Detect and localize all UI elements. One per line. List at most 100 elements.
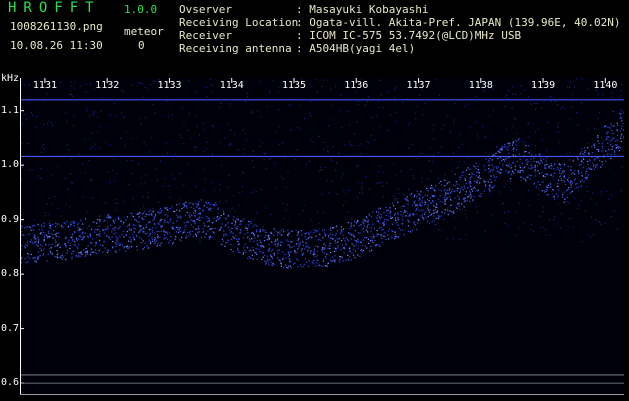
trace-point (244, 250, 245, 251)
noise-speckle (89, 179, 90, 180)
trace-point (367, 231, 368, 232)
trace-point (463, 189, 464, 190)
trace-point (85, 256, 86, 257)
trace-point (546, 194, 547, 195)
trace-point (220, 226, 221, 227)
trace-point (107, 214, 108, 215)
trace-point (256, 252, 257, 253)
trace-point (408, 200, 409, 201)
trace-point (195, 234, 196, 235)
trace-point (546, 189, 547, 190)
noise-speckle (404, 194, 405, 195)
noise-speckle (515, 94, 516, 95)
noise-speckle (87, 212, 88, 213)
trace-point (157, 234, 158, 235)
trace-point (398, 224, 399, 225)
trace-point (99, 240, 100, 241)
noise-speckle (93, 111, 94, 112)
trace-point (301, 234, 302, 235)
trace-point (539, 184, 540, 185)
trace-point (317, 255, 318, 256)
noise-speckle (508, 90, 509, 91)
trace-point (180, 217, 181, 218)
noise-speckle (578, 125, 579, 126)
trace-point (522, 170, 523, 171)
noise-speckle (125, 145, 126, 146)
trace-point (344, 248, 345, 249)
noise-speckle (620, 90, 621, 91)
trace-point (154, 232, 155, 233)
trace-point (606, 136, 607, 137)
noise-speckle (153, 208, 154, 209)
noise-speckle (455, 103, 456, 104)
trace-point (225, 218, 226, 219)
trace-point (138, 216, 139, 217)
noise-speckle (379, 126, 380, 127)
noise-speckle (261, 189, 262, 190)
noise-speckle (90, 148, 91, 149)
trace-point (558, 195, 559, 196)
noise-speckle (447, 115, 448, 116)
trace-point (157, 237, 158, 238)
trace-point (115, 242, 116, 243)
trace-point (95, 250, 96, 251)
trace-point (141, 225, 142, 226)
trace-point (449, 181, 450, 182)
noise-speckle (67, 241, 68, 242)
trace-point (441, 190, 442, 191)
noise-speckle (239, 192, 240, 193)
noise-speckle (166, 143, 167, 144)
trace-point (199, 208, 200, 209)
noise-speckle (505, 106, 506, 107)
trace-point (431, 214, 432, 215)
noise-speckle (112, 229, 113, 230)
noise-speckle (275, 188, 276, 189)
trace-point (525, 179, 526, 180)
trace-point (96, 242, 97, 243)
trace-point (85, 252, 86, 253)
trace-point (142, 231, 143, 232)
trace-point (554, 196, 555, 197)
trace-point (509, 145, 510, 146)
noise-speckle (251, 111, 252, 112)
trace-point (349, 256, 350, 257)
trace-point (87, 245, 88, 246)
trace-point (339, 258, 340, 259)
trace-point (209, 220, 210, 221)
trace-point (123, 222, 124, 223)
trace-point (29, 258, 30, 259)
trace-point (465, 200, 466, 201)
trace-point (347, 239, 348, 240)
noise-speckle (438, 189, 439, 190)
trace-point (277, 250, 278, 251)
trace-point (396, 237, 397, 238)
noise-speckle (91, 179, 92, 180)
trace-point (282, 251, 283, 252)
trace-point (581, 172, 582, 173)
trace-point (518, 138, 519, 139)
noise-speckle (477, 134, 478, 135)
noise-speckle (468, 104, 469, 105)
trace-point (509, 166, 510, 167)
noise-speckle (569, 118, 570, 119)
trace-point (374, 240, 375, 241)
trace-point (30, 227, 31, 228)
trace-point (280, 242, 281, 243)
trace-point (288, 233, 289, 234)
trace-point (429, 223, 430, 224)
trace-point (43, 226, 44, 227)
trace-point (225, 225, 226, 226)
noise-speckle (229, 175, 230, 176)
trace-point (582, 176, 583, 177)
trace-point (386, 239, 387, 240)
trace-point (203, 228, 204, 229)
noise-speckle (67, 121, 68, 122)
noise-speckle (36, 116, 37, 117)
trace-point (169, 233, 170, 234)
trace-point (160, 208, 161, 209)
trace-point (598, 151, 599, 152)
trace-point (134, 228, 135, 229)
noise-speckle (142, 219, 143, 220)
noise-speckle (72, 183, 73, 184)
trace-point (228, 215, 229, 216)
